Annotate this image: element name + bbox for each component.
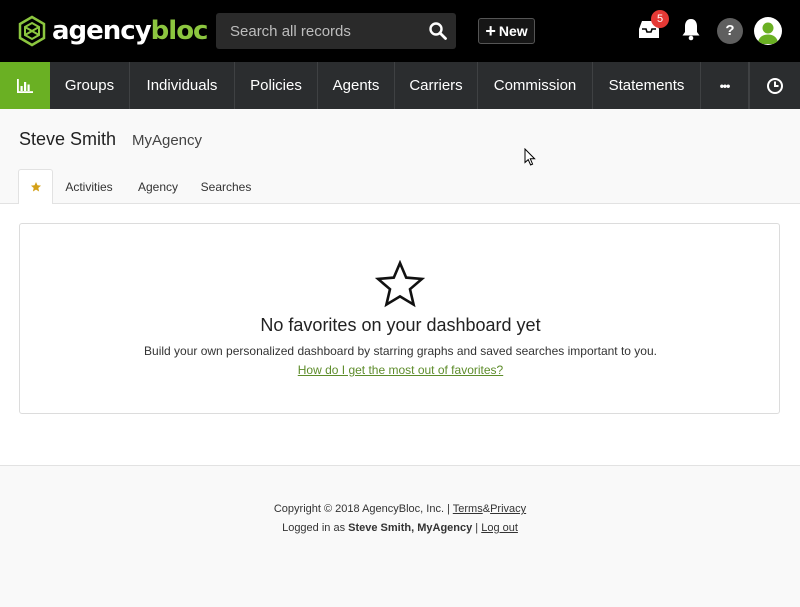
footer-copyright-line: Copyright © 2018 AgencyBloc, Inc. | Term… <box>0 503 800 515</box>
more-dots-icon: ••• <box>719 78 731 93</box>
logout-link[interactable]: Log out <box>481 522 518 534</box>
star-outline-icon <box>375 260 425 308</box>
empty-state-title: No favorites on your dashboard yet <box>260 315 541 335</box>
global-search <box>216 13 456 49</box>
logged-in-user: Steve Smith, MyAgency <box>348 522 473 534</box>
nav-dashboard[interactable] <box>0 62 50 109</box>
nav-statements[interactable]: Statements <box>593 62 701 109</box>
logged-in-prefix: Logged in as <box>282 522 346 534</box>
tab-searches[interactable]: Searches <box>191 169 261 204</box>
nav-commission[interactable]: Commission <box>478 62 593 109</box>
footer-login-line: Logged in as Steve Smith, MyAgency | Log… <box>0 522 800 534</box>
main-nav: Groups Individuals Policies Agents Carri… <box>0 62 800 109</box>
user-avatar[interactable] <box>754 17 782 45</box>
new-record-button[interactable]: + New <box>478 18 535 44</box>
star-filled-icon <box>30 182 41 192</box>
empty-state-description: Build your own personalized dashboard by… <box>144 344 657 358</box>
privacy-link[interactable]: Privacy <box>490 503 526 515</box>
inbox-count-badge: 5 <box>651 10 669 28</box>
nav-groups[interactable]: Groups <box>50 62 130 109</box>
copyright-text: Copyright © 2018 AgencyBloc, Inc. | <box>273 503 450 515</box>
plus-icon: + <box>485 21 496 41</box>
search-input[interactable] <box>216 13 421 49</box>
new-button-label: New <box>498 23 528 39</box>
logout-separator: | <box>475 522 479 534</box>
nav-more-menu[interactable]: ••• <box>701 62 749 109</box>
terms-privacy-separator: & <box>482 503 491 515</box>
help-button[interactable]: ? <box>717 18 743 44</box>
nav-individuals[interactable]: Individuals <box>130 62 235 109</box>
search-icon[interactable] <box>428 21 448 41</box>
nav-carriers[interactable]: Carriers <box>395 62 478 109</box>
empty-state-help: How do I get the most out of favorites? <box>20 363 781 377</box>
tab-favorites[interactable] <box>18 169 53 205</box>
mouse-cursor-icon <box>524 148 536 166</box>
dashboard-content: No favorites on your dashboard yet Build… <box>0 204 800 466</box>
page-title: Steve Smith <box>19 129 117 149</box>
top-bar: agencybloc + New 5 ? <box>0 0 800 62</box>
nav-recent-history[interactable] <box>749 62 800 109</box>
page-subtitle: MyAgency <box>132 132 203 149</box>
nav-policies[interactable]: Policies <box>235 62 318 109</box>
tab-activities[interactable]: Activities <box>53 169 125 204</box>
user-icon <box>757 22 779 44</box>
favorites-help-link[interactable]: How do I get the most out of favorites? <box>298 363 503 377</box>
bell-icon[interactable] <box>680 17 702 41</box>
agencybloc-logo[interactable]: agencybloc <box>16 14 208 48</box>
page-header: Steve Smith MyAgency Activities Agency S… <box>0 109 800 205</box>
clock-icon <box>767 77 783 94</box>
footer: Copyright © 2018 AgencyBloc, Inc. | Term… <box>0 466 800 607</box>
terms-link[interactable]: Terms <box>453 503 483 515</box>
hexagon-logo-icon <box>18 15 46 47</box>
bar-chart-icon <box>17 78 33 93</box>
dashboard-tabs: Activities Agency Searches <box>18 169 261 205</box>
nav-agents[interactable]: Agents <box>318 62 395 109</box>
tab-agency[interactable]: Agency <box>125 169 191 204</box>
logo-text: agencybloc <box>52 16 208 46</box>
favorites-empty-card: No favorites on your dashboard yet Build… <box>19 223 780 414</box>
